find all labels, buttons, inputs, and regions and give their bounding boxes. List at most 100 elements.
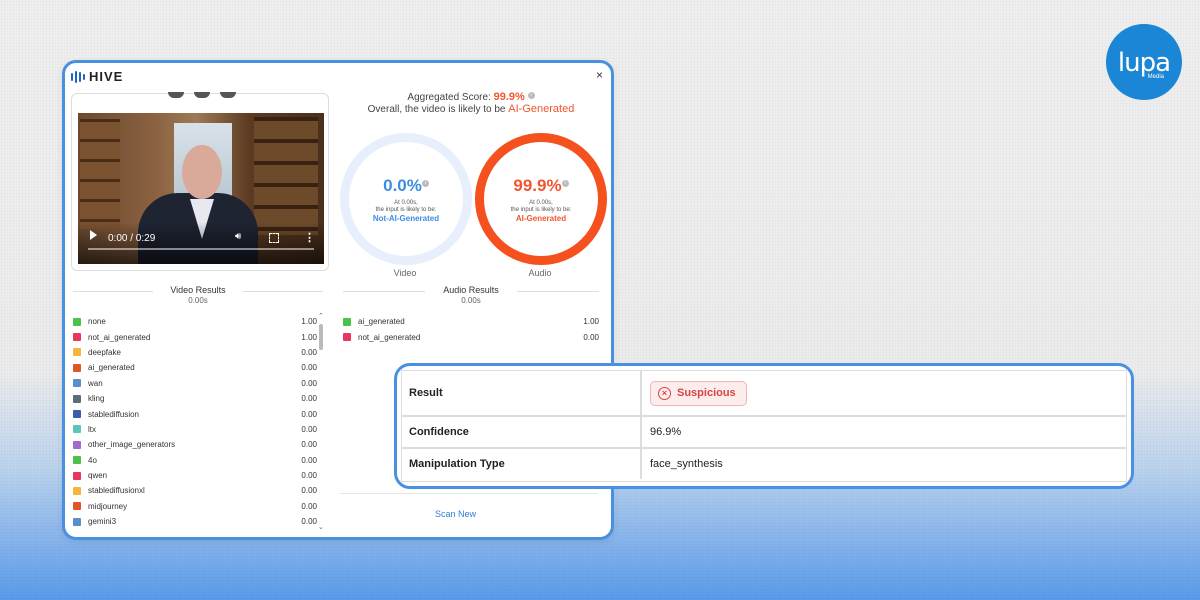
volume-icon[interactable]: 🔊︎	[235, 231, 241, 242]
play-icon[interactable]	[90, 230, 97, 240]
color-swatch	[73, 348, 81, 357]
video-progress-bar[interactable]	[88, 248, 314, 250]
chevron-down-icon[interactable]: ⌄	[318, 523, 324, 531]
more-options-icon[interactable]: ⋮	[304, 231, 315, 244]
list-item-value: 0.00	[301, 424, 317, 434]
player-handle-dots	[168, 92, 236, 98]
list-item-value: 0.00	[301, 471, 317, 481]
result-key: Result	[402, 371, 642, 415]
audio-results-title: Audio Results	[443, 285, 499, 295]
table-row: Manipulation Type face_synthesis	[402, 449, 1126, 479]
list-item-value: 0.00	[301, 394, 317, 404]
list-item: gemini3 0.00	[73, 514, 317, 529]
list-item-label: wan	[88, 378, 103, 388]
color-swatch	[73, 517, 81, 526]
video-ring-label: Not-AI-Generated	[372, 213, 440, 223]
list-item-label: stablediffusionxl	[88, 486, 145, 496]
list-item-label: none	[88, 317, 106, 327]
list-item-value: 0.00	[301, 440, 317, 450]
list-item: kling 0.00	[73, 391, 317, 406]
video-ring-caption: Video	[393, 268, 417, 278]
list-item-label: deepfake	[88, 347, 121, 357]
audio-score-ring: 99.9% i At 0.00s, the input is likely to …	[475, 133, 607, 265]
list-item-label: gemini3	[88, 517, 117, 527]
list-item-label: ai_generated	[358, 317, 405, 327]
color-swatch	[73, 333, 81, 342]
info-icon[interactable]: i	[421, 180, 429, 188]
list-item-value: 0.00	[301, 378, 317, 388]
x-circle-icon: ×	[658, 386, 671, 400]
audio-ring-caption: Audio	[528, 268, 552, 278]
fullscreen-icon[interactable]	[269, 233, 279, 243]
list-item-label: ltx	[88, 424, 96, 434]
color-swatch	[343, 317, 351, 326]
list-item: none 1.00	[73, 314, 317, 329]
hive-brand: HIVE	[71, 69, 123, 84]
list-item-value: 0.00	[301, 347, 317, 357]
list-item-label: other_image_generators	[88, 440, 176, 450]
video-ring-likely: the input is likely to be:	[375, 206, 437, 213]
scan-new-link[interactable]: Scan New	[435, 509, 476, 519]
list-item-value: 0.00	[301, 455, 317, 465]
list-item-label: kling	[88, 394, 105, 404]
list-item-value: 0.00	[301, 486, 317, 496]
video-score-ring: 0.0% i At 0.00s, the input is likely to b…	[340, 133, 472, 265]
video-frame[interactable]: 0:00 / 0:29 🔊︎ ⋮	[78, 113, 324, 264]
audio-score-pct: 99.9%	[513, 175, 562, 195]
manipulation-key: Manipulation Type	[402, 449, 642, 479]
logo-word: lupa	[1117, 48, 1171, 78]
video-results-header: Video Results 0.00s	[73, 285, 323, 305]
list-item-value: 1.00	[301, 317, 317, 327]
list-item-value: 1.00	[583, 317, 599, 327]
audio-ring-at: At 0.00s,	[529, 199, 553, 206]
aggregated-label: Aggregated Score:	[407, 92, 491, 103]
info-icon[interactable]: i	[561, 180, 569, 188]
chevron-up-icon[interactable]: ⌃	[318, 312, 324, 320]
aggregated-verdict: AI-Generated	[508, 103, 575, 115]
list-item-label: not_ai_generated	[358, 332, 421, 342]
list-item-value: 0.00	[583, 332, 599, 342]
color-swatch	[73, 394, 81, 403]
color-swatch	[73, 363, 81, 372]
video-results-scrollbar[interactable]: ⌃ ⌄	[318, 312, 324, 531]
color-swatch	[73, 502, 81, 511]
list-item-label: not_ai_generated	[88, 332, 151, 342]
list-item: ai_generated 1.00	[343, 314, 599, 329]
color-swatch	[73, 425, 81, 434]
scroll-thumb[interactable]	[319, 324, 323, 350]
audio-results-list: ai_generated 1.00 not_ai_generated 0.00	[343, 314, 599, 345]
list-item: stablediffusionxl 0.00	[73, 483, 317, 498]
color-swatch	[73, 440, 81, 449]
status-badge-label: Suspicious	[677, 387, 736, 399]
audio-results-time: 0.00s	[461, 296, 481, 305]
video-controls: 0:00 / 0:29 🔊︎ ⋮	[78, 222, 324, 264]
result-card: Result × Suspicious Confidence 96.9% Man…	[394, 363, 1134, 489]
audio-results-header: Audio Results 0.00s	[343, 285, 599, 305]
aggregated-prefix: Overall, the video is likely to be	[367, 104, 506, 115]
list-item: midjourney 0.00	[73, 499, 317, 514]
list-item: not_ai_generated 0.00	[343, 329, 599, 344]
result-value-cell: × Suspicious	[642, 380, 747, 406]
table-row: Result × Suspicious	[402, 371, 1126, 417]
video-results-time: 0.00s	[188, 296, 208, 305]
list-item: ai_generated 0.00	[73, 360, 317, 375]
manipulation-value: face_synthesis	[650, 458, 723, 470]
info-icon[interactable]: i	[527, 91, 535, 99]
hive-name: HIVE	[89, 69, 124, 84]
list-item-label: ai_generated	[88, 363, 135, 373]
list-item: stablediffusion 0.00	[73, 406, 317, 421]
list-item-label: 4o	[88, 455, 97, 465]
list-item-value: 0.00	[301, 409, 317, 419]
color-swatch	[73, 456, 81, 465]
list-item-label: stablediffusion	[88, 409, 139, 419]
close-icon[interactable]: ×	[596, 68, 603, 82]
list-item: deepfake 0.00	[73, 345, 317, 360]
color-swatch	[73, 410, 81, 419]
video-time: 0:00 / 0:29	[108, 233, 156, 244]
audio-ring-likely: the input is likely to be:	[510, 206, 572, 213]
aggregated-score: Aggregated Score: 99.9% i Overall, the v…	[341, 91, 601, 115]
table-row: Confidence 96.9%	[402, 417, 1126, 449]
color-swatch	[343, 333, 351, 342]
logo-sub: Media	[1147, 74, 1164, 80]
lupa-media-logo: lupa Media	[1106, 24, 1182, 100]
